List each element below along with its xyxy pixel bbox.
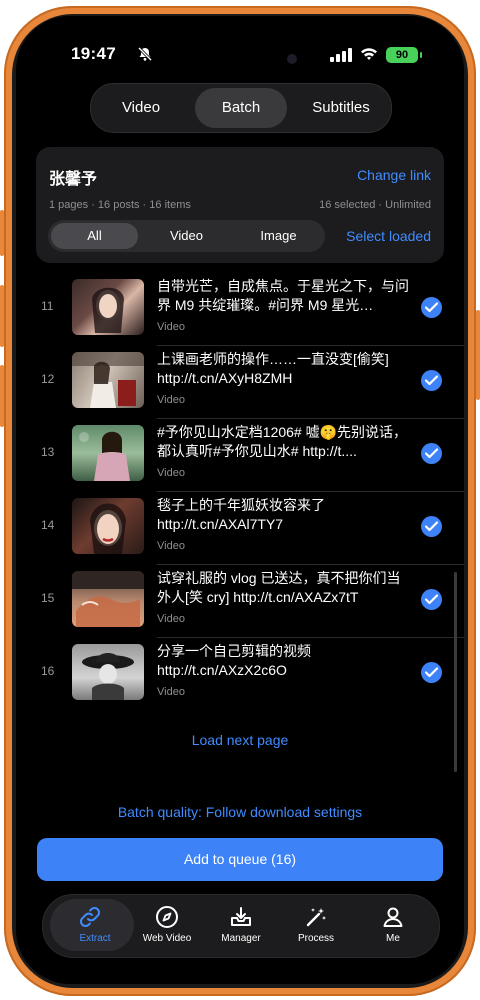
- list-item[interactable]: 13 #予你见山水定档1206# 嘘🤫先别说话，都认真听#予你见山水# http…: [16, 419, 464, 492]
- front-camera: [287, 54, 297, 64]
- tab-label: Web Video: [142, 933, 192, 944]
- item-index: 13: [41, 445, 55, 459]
- item-thumbnail: [72, 644, 144, 700]
- source-card: 张馨予 Change link 1 pages · 16 posts · 16 …: [36, 147, 444, 263]
- person-icon: [383, 907, 403, 927]
- tab-label: Extract: [79, 933, 111, 944]
- item-thumbnail: [72, 571, 144, 627]
- compass-icon: [156, 906, 178, 928]
- item-title: 上课画老师的操作……一直没变[偷笑] http://t.cn/AXyH8ZMH: [157, 351, 389, 386]
- load-next-page-button[interactable]: Load next page: [16, 732, 464, 748]
- wifi-icon: [361, 48, 377, 60]
- item-checkbox[interactable]: [421, 443, 442, 464]
- checkmark-icon: [425, 448, 438, 459]
- change-link-button[interactable]: Change link: [357, 167, 431, 183]
- list-item[interactable]: 11 自带光芒，自成焦点。于星光之下，与问界 M9 共绽璀璨。#问界 M9 星光…: [16, 273, 464, 346]
- select-loaded-button[interactable]: Select loaded: [346, 228, 431, 244]
- filter-all[interactable]: All: [51, 223, 138, 249]
- tab-web-video[interactable]: Web Video: [127, 895, 207, 957]
- list-item[interactable]: 12 上课画老师的操作……一直没变[偷笑] http://t.cn/AXyH8Z…: [16, 346, 464, 419]
- mode-segmented-control: Video Batch Subtitles: [90, 83, 392, 133]
- item-thumbnail: [72, 498, 144, 554]
- item-title: 毯子上的千年狐妖妆容来了 http://t.cn/AXAl7TY7: [157, 497, 325, 532]
- add-to-queue-button[interactable]: Add to queue (16): [37, 838, 443, 881]
- tab-process[interactable]: Process: [276, 895, 356, 957]
- list-item[interactable]: 14 毯子上的千年狐妖妆容来了 http://t.cn/AXAl7TY7 Vid…: [16, 492, 464, 565]
- cellular-signal-icon: [330, 48, 352, 62]
- item-index: 14: [41, 518, 55, 532]
- tab-label: Process: [297, 933, 335, 944]
- filter-video[interactable]: Video: [143, 223, 230, 249]
- link-icon: [79, 906, 101, 928]
- item-checkbox[interactable]: [421, 589, 442, 610]
- item-type: Video: [157, 613, 185, 625]
- item-checkbox[interactable]: [421, 370, 442, 391]
- dynamic-island: [165, 40, 315, 80]
- bottom-tab-bar: Extract Web Video Manager Process Me: [42, 894, 440, 958]
- volume-up-button: [0, 285, 4, 347]
- author-name: 张馨予: [49, 171, 98, 188]
- status-time: 19:47: [71, 44, 116, 63]
- tab-me[interactable]: Me: [353, 895, 433, 957]
- item-title: 试穿礼服的 vlog 已送达，真不把你们当外人[笑 cry] http://t.…: [157, 570, 401, 605]
- item-type: Video: [157, 467, 185, 479]
- list-item[interactable]: 15 试穿礼服的 vlog 已送达，真不把你们当外人[笑 cry] http:/…: [16, 565, 464, 638]
- item-thumbnail: [72, 352, 144, 408]
- checkmark-icon: [425, 521, 438, 532]
- bell-slash-icon: [137, 46, 153, 62]
- checkmark-icon: [425, 375, 438, 386]
- volume-down-button: [0, 365, 4, 427]
- item-title: 分享一个自己剪辑的视频 http://t.cn/AXzX2c6O: [157, 643, 311, 678]
- item-checkbox[interactable]: [421, 516, 442, 537]
- filter-image[interactable]: Image: [235, 223, 322, 249]
- item-index: 11: [41, 299, 54, 313]
- action-button: [0, 210, 4, 256]
- list-item[interactable]: 16 分享一个自己剪辑的视频 http://t.cn/AXzX2c6O Vide…: [16, 638, 464, 711]
- battery-indicator: 90: [386, 47, 422, 63]
- download-tray-icon: [231, 907, 251, 926]
- item-checkbox[interactable]: [421, 297, 442, 318]
- selection-summary: 16 selected · Unlimited: [319, 199, 431, 211]
- batch-quality-link[interactable]: Batch quality: Follow download settings: [16, 804, 464, 820]
- tab-label: Manager: [221, 933, 261, 944]
- type-filter: All Video Image: [48, 220, 325, 252]
- mode-tab-subtitles[interactable]: Subtitles: [295, 88, 387, 128]
- tab-label: Me: [386, 933, 400, 944]
- item-type: Video: [157, 394, 185, 406]
- app-screen: 19:47 90 Video Batch Subtitles 张馨予 Chang…: [16, 16, 464, 984]
- mode-tab-video[interactable]: Video: [95, 88, 187, 128]
- item-title: #予你见山水定档1206# 嘘🤫先别说话，都认真听#予你见山水# http://…: [157, 424, 408, 459]
- tab-extract[interactable]: Extract: [47, 895, 134, 957]
- source-meta: 1 pages · 16 posts · 16 items: [49, 199, 191, 211]
- item-thumbnail: [72, 425, 144, 481]
- checkmark-icon: [425, 667, 438, 678]
- magic-wand-icon: [306, 908, 326, 927]
- item-index: 16: [41, 664, 55, 678]
- item-index: 15: [41, 591, 55, 605]
- power-button: [476, 310, 480, 400]
- item-type: Video: [157, 540, 185, 552]
- item-type: Video: [157, 321, 185, 333]
- item-type: Video: [157, 686, 185, 698]
- item-title: 自带光芒，自成焦点。于星光之下，与问界 M9 共绽璀璨。#问界 M9 星光…: [157, 278, 409, 313]
- item-index: 12: [41, 372, 55, 386]
- checkmark-icon: [425, 594, 438, 605]
- tab-manager[interactable]: Manager: [201, 895, 281, 957]
- checkmark-icon: [425, 302, 438, 313]
- mode-tab-batch[interactable]: Batch: [195, 88, 287, 128]
- item-thumbnail: [72, 279, 144, 335]
- item-checkbox[interactable]: [421, 662, 442, 683]
